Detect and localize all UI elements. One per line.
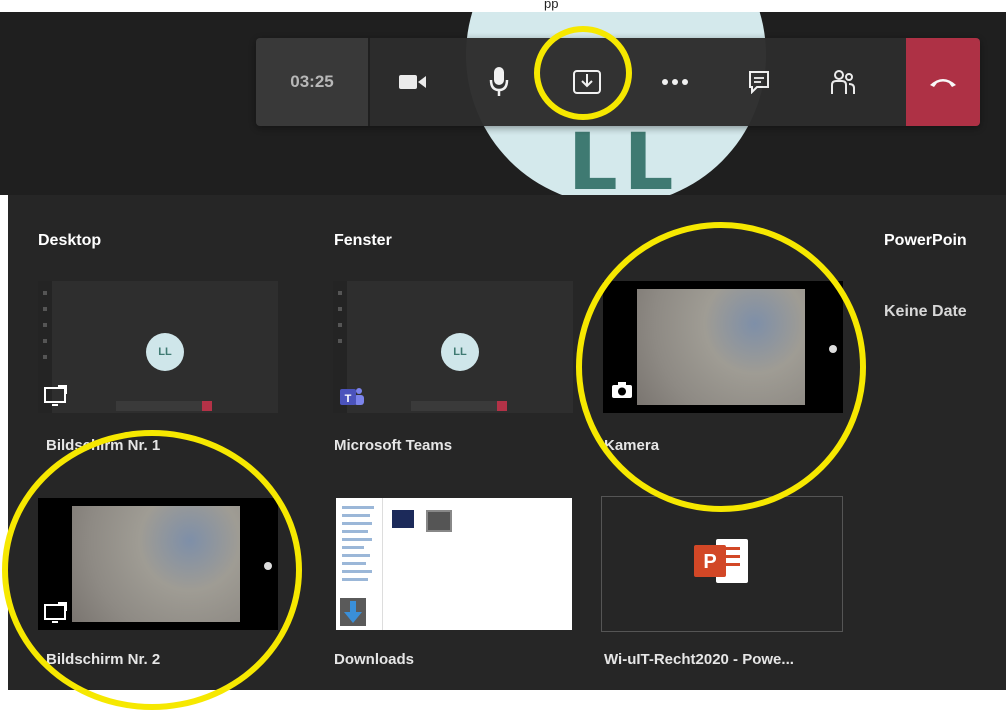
participants-button[interactable] <box>812 38 874 126</box>
download-arrow-icon <box>340 598 366 626</box>
microphone-icon <box>489 67 509 96</box>
screen-preview <box>72 506 240 622</box>
ellipsis-icon <box>662 79 688 85</box>
share-tile-screen-2[interactable] <box>38 498 278 630</box>
phone-hangup-icon <box>930 79 956 87</box>
share-tile-label: Wi-uIT-Recht2020 - Powe... <box>604 651 794 668</box>
share-tile-label: Bildschirm Nr. 1 <box>46 437 161 454</box>
thumbnail-avatar: LL <box>146 333 184 371</box>
file-thumbnail <box>392 510 414 528</box>
thumbnail-call-bar <box>411 401 507 411</box>
chat-button[interactable] <box>728 38 790 126</box>
divider <box>368 38 370 126</box>
screen-share-icon <box>44 385 68 407</box>
video-camera-icon <box>399 75 426 89</box>
hang-up-button[interactable] <box>906 38 980 126</box>
powerpoint-logo-icon: P <box>692 535 752 592</box>
teams-logo-icon: T <box>339 385 364 407</box>
share-tile-teams[interactable]: LL T <box>333 281 573 413</box>
call-controls-bar: 03:25 <box>256 38 980 126</box>
call-timer: 03:25 <box>256 38 368 126</box>
share-tile-camera[interactable] <box>603 281 843 413</box>
scroll-dot <box>264 562 272 570</box>
share-tile-label: Downloads <box>334 651 415 668</box>
thumbnail-avatar: LL <box>441 333 479 371</box>
share-tile-label: Microsoft Teams <box>334 437 453 454</box>
section-title-desktop: Desktop <box>38 232 102 249</box>
chat-icon <box>749 71 769 94</box>
camera-preview <box>637 289 805 405</box>
file-thumbnail <box>426 510 452 532</box>
section-title-window: Fenster <box>334 232 392 249</box>
scroll-dot <box>829 345 837 353</box>
window-title-strip: pp <box>0 0 1006 12</box>
share-tile-downloads[interactable] <box>336 498 572 630</box>
share-tile-label: Kamera <box>604 437 660 454</box>
share-tile-label: Bildschirm Nr. 2 <box>46 651 161 668</box>
section-title-powerpoint: PowerPoin <box>884 232 967 249</box>
people-icon <box>831 70 855 94</box>
more-options-button[interactable] <box>644 38 706 126</box>
svg-text:P: P <box>703 551 716 573</box>
share-tile-powerpoint[interactable]: P <box>601 496 843 632</box>
thumbnail-call-bar <box>116 401 212 411</box>
call-stage: LL 03:25 <box>0 0 1006 195</box>
svg-text:T: T <box>345 393 352 405</box>
camera-icon <box>611 381 635 403</box>
window-title-fragment: pp <box>544 0 559 11</box>
share-screen-button[interactable] <box>556 38 618 126</box>
avatar-initials: LL <box>568 118 680 195</box>
camera-button[interactable] <box>382 38 444 126</box>
share-tray-icon <box>573 70 601 94</box>
share-tile-screen-1[interactable]: LL <box>38 281 278 413</box>
powerpoint-empty-message: Keine Date <box>884 303 967 320</box>
microphone-button[interactable] <box>468 38 530 126</box>
screen-share-icon <box>44 602 68 624</box>
